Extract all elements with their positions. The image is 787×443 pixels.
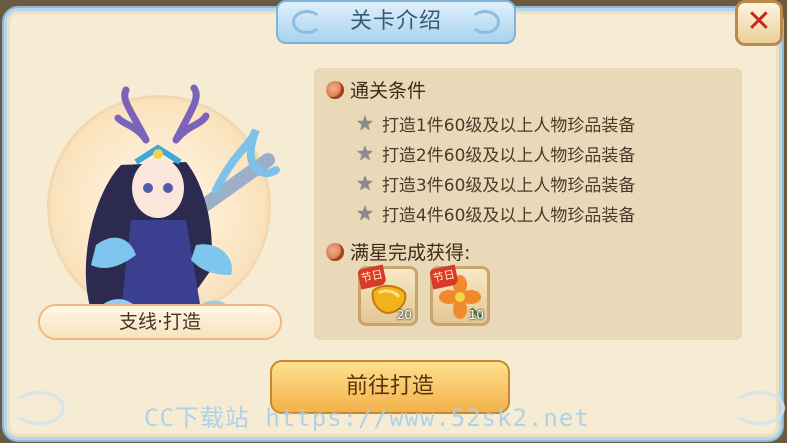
- cloud-ornament-icon: [470, 10, 500, 34]
- condition-text: 打造4件60级及以上人物珍品装备: [381, 205, 636, 226]
- go-craft-label: 前往打造: [345, 374, 434, 399]
- condition-item: ★ 打造2件60级及以上人物珍品装备: [356, 138, 635, 168]
- condition-text: 打造1件60级及以上人物珍品装备: [381, 115, 636, 136]
- dialog-title-plate: 关卡介绍: [276, 0, 516, 44]
- conditions-heading-row: 通关条件: [326, 76, 426, 103]
- condition-item: ★ 打造4件60级及以上人物珍品装备: [356, 198, 635, 228]
- swirl-bullet-icon: [326, 242, 344, 261]
- close-button[interactable]: ✕: [735, 0, 783, 46]
- star-icon: ★: [356, 141, 374, 165]
- cloud-ornament-icon: [292, 10, 322, 34]
- swirl-bullet-icon: [326, 80, 344, 99]
- rewards-heading: 满星完成获得:: [350, 242, 471, 264]
- character-figure-icon: [85, 84, 280, 320]
- condition-item: ★ 打造1件60级及以上人物珍品装备: [356, 108, 635, 138]
- reward-item[interactable]: 节日 20: [357, 264, 418, 326]
- decor-swirl: [733, 391, 785, 425]
- character-portrait: [36, 70, 286, 340]
- reward-count: 20: [396, 308, 412, 322]
- dialog-title: 关卡介绍: [349, 9, 442, 34]
- rewards-list: 节日 20 节日 10: [357, 264, 490, 326]
- reward-count: 10: [468, 308, 484, 322]
- reward-item[interactable]: 节日 10: [429, 264, 490, 326]
- stage-name: 支线·打造: [118, 311, 202, 333]
- condition-text: 打造2件60级及以上人物珍品装备: [381, 145, 636, 166]
- decor-swirl: [13, 391, 65, 425]
- watermark-text: CC下载站 https://www.52sk2.net: [144, 404, 590, 432]
- close-x-icon: ✕: [746, 4, 772, 39]
- star-icon: ★: [356, 201, 374, 225]
- conditions-heading: 通关条件: [350, 80, 427, 102]
- info-panel: 通关条件 ★ 打造1件60级及以上人物珍品装备 ★ 打造2件60级及以上人物珍品…: [314, 68, 742, 340]
- rewards-heading-row: 满星完成获得:: [326, 238, 470, 265]
- condition-text: 打造3件60级及以上人物珍品装备: [381, 175, 636, 196]
- stage-name-plate: 支线·打造: [38, 304, 282, 340]
- condition-item: ★ 打造3件60级及以上人物珍品装备: [356, 168, 635, 198]
- star-icon: ★: [356, 111, 374, 135]
- conditions-list: ★ 打造1件60级及以上人物珍品装备 ★ 打造2件60级及以上人物珍品装备 ★ …: [356, 108, 635, 228]
- star-icon: ★: [356, 171, 374, 195]
